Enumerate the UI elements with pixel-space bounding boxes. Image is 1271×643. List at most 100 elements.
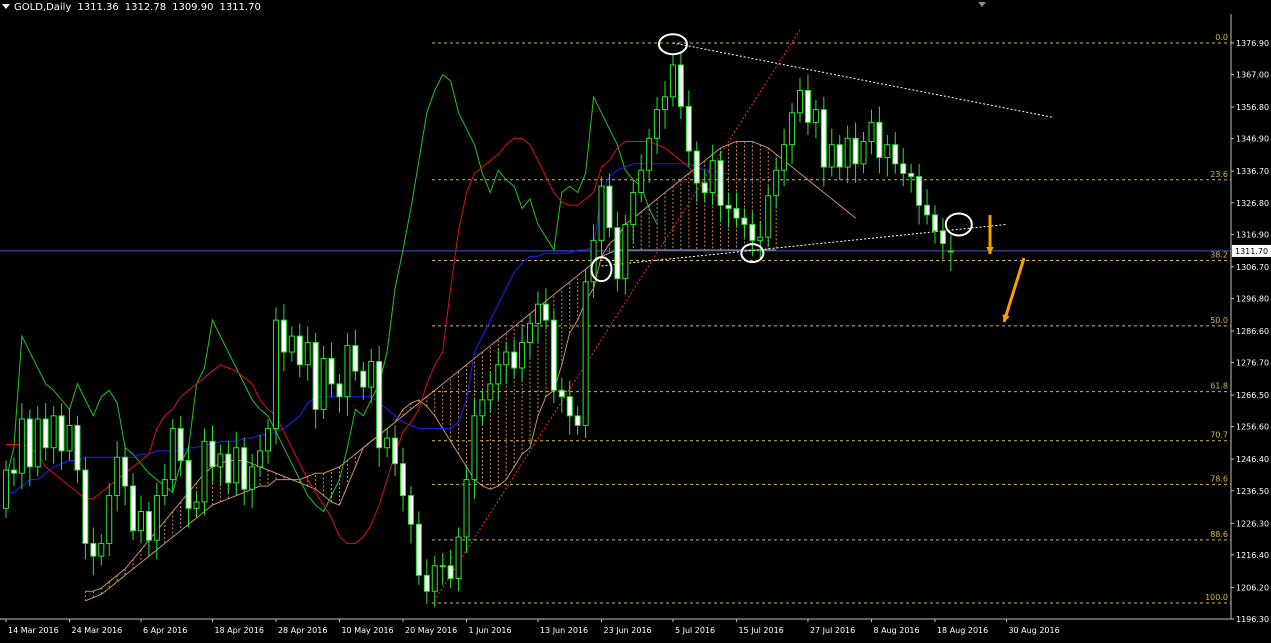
candle [630,179,637,244]
candle-body [662,96,669,111]
candle-body [34,418,41,468]
candle [614,211,621,292]
candle-body [765,195,772,238]
price-tick-label: 1266.50 [1236,391,1269,400]
candle-body [566,396,573,417]
senkou-span-a-line [85,141,856,592]
candle-body [820,109,827,168]
time-tick-label: 24 Mar 2016 [72,626,123,635]
candle-body [320,357,327,410]
candle-body [193,501,200,509]
candle-body [924,204,931,216]
candle-body [487,383,494,401]
candle-body [280,319,287,353]
candle [312,332,319,429]
candle-body [558,389,565,398]
candle-body [415,523,422,576]
candle [725,192,732,228]
fibonacci-levels: 0.0 23.6 38.2 50.0 61.8 70.7 78.6 88.6 100.0 [432,33,1231,604]
candle [18,403,25,490]
candle [511,339,518,378]
time-tick-label: 10 May 2016 [341,626,393,635]
candle [741,208,748,238]
candle-body [50,415,57,449]
price-tick-label: 1216.40 [1236,551,1269,560]
time-tick-label: 18 Apr 2016 [214,626,263,635]
candle-body [447,565,454,579]
fib-level-label: 61.8 [1210,382,1228,391]
candle [400,447,406,512]
fib-level-label: 0.0 [1215,33,1228,42]
candle-body [344,345,351,398]
price-tick-label: 1206.20 [1236,583,1269,592]
candle [384,428,391,458]
price-chart[interactable]: 0.0 23.6 38.2 50.0 61.8 70.7 78.6 88.6 100.0 1376… [0,0,1271,643]
scroll-marker-icon [978,2,986,7]
candle [884,135,891,177]
candle [328,342,335,397]
candle [527,313,534,359]
candle [773,157,780,209]
candle-body [868,121,875,143]
fib-level-label: 23.6 [1210,170,1228,179]
candle [304,326,311,381]
candle [201,428,208,515]
time-tick-label: 5 Jul 2016 [675,626,715,635]
candle-body [201,440,208,503]
candle [74,415,81,483]
candle-body [26,418,33,468]
price-tick-label: 1276.70 [1236,359,1269,368]
candle-body [233,447,240,484]
candle-body [511,351,518,369]
candle-body [812,109,819,123]
price-tick-label: 1256.60 [1236,423,1269,432]
candle-body [503,351,510,366]
candle [519,326,526,381]
candle [26,409,33,486]
senkou-span-b-line [85,249,777,602]
time-tick-label: 1 Jun 2016 [469,626,512,635]
candle-body [582,281,589,426]
candle-body [701,182,708,194]
candle [455,527,462,592]
candle [439,552,446,585]
candle-body [463,479,470,538]
candle [781,128,788,187]
candle [574,406,581,435]
candle-body [10,469,17,474]
time-tick-label: 18 Aug 2016 [937,626,988,635]
candle-body [550,319,557,391]
candle-body [296,335,303,366]
candle [114,441,121,512]
fib-level-label: 88.6 [1210,530,1228,539]
candle [161,463,168,506]
price-tick-label: 1336.70 [1236,167,1269,176]
candle-body [431,565,438,592]
time-tick-label: 23 Jun 2016 [604,626,652,635]
price-tick-label: 1196.30 [1236,615,1269,624]
candle-body [947,250,954,253]
resistance-trendline [672,42,1055,119]
fib-level-label: 78.6 [1210,474,1228,483]
time-tick-label: 27 Jul 2016 [810,626,855,635]
candle [241,438,248,506]
candle [662,80,669,129]
candle [42,403,49,461]
candle [280,304,287,372]
candle-body [630,192,637,225]
candle-body [384,437,391,449]
candle-body [479,399,486,417]
candle [225,441,232,493]
candle-body [177,428,184,461]
candle [916,163,923,225]
ichimoku-cloud [84,141,777,601]
candle-body [90,542,97,557]
candle [852,122,859,183]
candle-body [106,495,113,544]
candle-body [495,364,502,385]
price-tick-label: 1246.40 [1236,455,1269,464]
candle-body [241,447,248,490]
candle-body [122,456,129,487]
kijun-sen-line [6,163,729,493]
candle [503,342,510,384]
